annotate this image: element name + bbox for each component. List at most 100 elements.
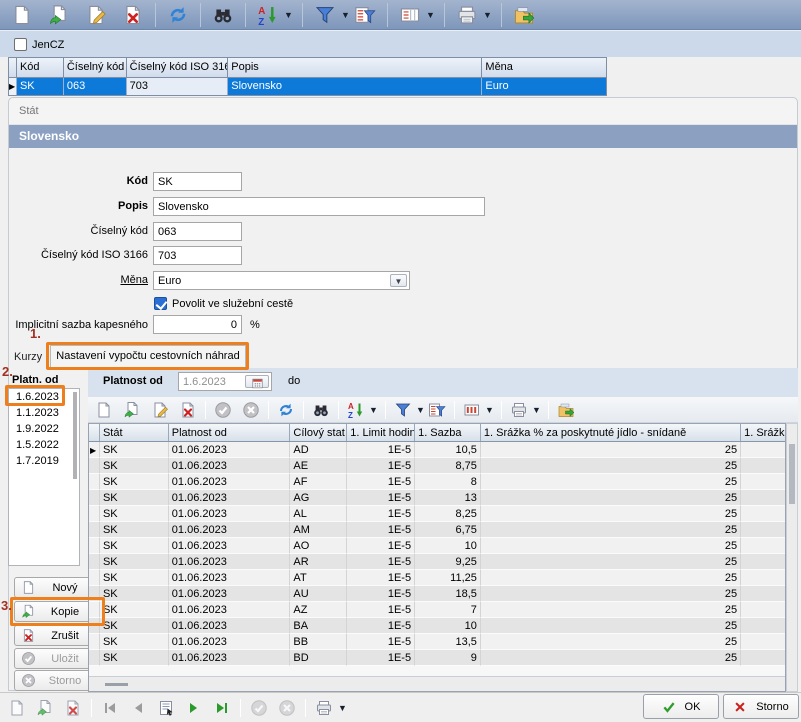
column-header-ciselny-kod[interactable]: Číselný kód <box>64 58 127 77</box>
ok-button[interactable]: OK <box>643 694 719 719</box>
toolbar-separator <box>302 3 303 27</box>
vertical-scrollbar-thumb[interactable] <box>789 444 795 504</box>
tab-kurzy[interactable]: Kurzy <box>14 351 42 363</box>
toolbar-separator <box>303 401 304 419</box>
popis-field[interactable]: Slovensko <box>153 197 485 216</box>
form-view-button[interactable] <box>154 696 178 720</box>
table-row[interactable]: SK 01.06.2023 AL 1E-5 8,25 25 <box>89 506 785 522</box>
print-button[interactable] <box>312 696 336 720</box>
sort-az-button[interactable] <box>345 399 367 421</box>
table-row[interactable]: SK 01.06.2023 AF 1E-5 8 25 <box>89 474 785 490</box>
print-button[interactable] <box>453 2 481 28</box>
column-header-mena[interactable]: Měna <box>482 58 606 77</box>
version-date-item[interactable]: 1.9.2022 <box>9 421 79 437</box>
ciselny-kod-field[interactable]: 063 <box>153 222 242 241</box>
version-date-item[interactable]: 1.6.2023 <box>9 389 79 405</box>
edit-document-button[interactable] <box>82 2 110 28</box>
columns-button[interactable] <box>461 399 483 421</box>
version-date-item[interactable]: 1.1.2023 <box>9 405 79 421</box>
print-button[interactable] <box>508 399 530 421</box>
columns-button[interactable] <box>396 2 424 28</box>
table-row[interactable]: SK 01.06.2023 BA 1E-5 10 25 <box>89 618 785 634</box>
find-button[interactable] <box>310 399 332 421</box>
export-button[interactable] <box>510 2 538 28</box>
print-dropdown-arrow[interactable]: ▼ <box>482 10 493 20</box>
filter-columns-button[interactable] <box>426 399 448 421</box>
column-header-platnost-od[interactable]: Platnost od <box>169 424 291 441</box>
column-header-iso[interactable]: Číselný kód ISO 3166 <box>127 58 229 77</box>
horizontal-scrollbar-thumb[interactable] <box>105 683 128 686</box>
iso-field[interactable]: 703 <box>153 246 242 265</box>
copy-document-button[interactable] <box>33 696 57 720</box>
table-row[interactable]: SK 01.06.2023 BB 1E-5 13,5 25 <box>89 634 785 650</box>
cell-platnost: 01.06.2023 <box>169 490 291 506</box>
tab-nastaveni-nahrad[interactable]: Nastavení vypočtu cestovních náhrad <box>50 345 246 368</box>
version-date-item[interactable]: 1.5.2022 <box>9 437 79 453</box>
table-row[interactable]: SK 01.06.2023 AT 1E-5 11,25 25 <box>89 570 785 586</box>
table-row[interactable]: SK 01.06.2023 BD 1E-5 9 25 <box>89 650 785 666</box>
table-row[interactable]: SK 01.06.2023 AU 1E-5 18,5 25 <box>89 586 785 602</box>
edit-document-button[interactable] <box>149 399 171 421</box>
table-row[interactable]: SK 01.06.2023 AR 1E-5 9,25 25 <box>89 554 785 570</box>
mena-dropdown-button[interactable]: ▼ <box>390 274 407 287</box>
last-record-button[interactable] <box>210 696 234 720</box>
column-header-srazka-pos[interactable]: 1. Srážka % za pos <box>741 424 785 441</box>
filter-button[interactable] <box>311 2 339 28</box>
versions-scrollbar-thumb[interactable] <box>73 392 77 479</box>
platnost-od-field[interactable]: 1.6.2023 <box>178 372 272 391</box>
print-dropdown-arrow[interactable]: ▼ <box>531 405 542 415</box>
horizontal-scrollbar[interactable] <box>89 676 785 691</box>
next-record-button[interactable] <box>182 696 206 720</box>
table-row[interactable]: SK 01.06.2023 AM 1E-5 6,75 25 <box>89 522 785 538</box>
platnost-od-value: 1.6.2023 <box>183 376 226 388</box>
print-dropdown-arrow[interactable]: ▼ <box>337 703 348 713</box>
columns-dropdown-arrow[interactable]: ▼ <box>425 10 436 20</box>
table-row[interactable]: SK 01.06.2023 AE 1E-5 8,75 25 <box>89 458 785 474</box>
column-header-popis[interactable]: Popis <box>228 58 482 77</box>
columns-dropdown-arrow[interactable]: ▼ <box>484 405 495 415</box>
filter-dropdown-arrow[interactable]: ▼ <box>340 10 351 20</box>
column-header-stat[interactable]: Stát <box>100 424 169 441</box>
annotation-step2: 2. <box>2 364 13 379</box>
new-document-button[interactable] <box>93 399 115 421</box>
delete-document-button[interactable] <box>177 399 199 421</box>
column-header-kod[interactable]: Kód <box>17 58 64 77</box>
export-button[interactable] <box>555 399 577 421</box>
jencz-checkbox[interactable] <box>14 38 27 51</box>
vertical-scrollbar[interactable] <box>786 423 798 692</box>
refresh-button[interactable] <box>164 2 192 28</box>
version-date-item[interactable]: 1.7.2019 <box>9 453 79 469</box>
filter-button[interactable] <box>392 399 414 421</box>
sort-dropdown-arrow[interactable]: ▼ <box>368 405 379 415</box>
table-row[interactable]: SK 01.06.2023 AD 1E-5 10,5 25 <box>89 442 785 458</box>
kod-field[interactable]: SK <box>153 172 242 191</box>
column-header-limit-hodin[interactable]: 1. Limit hodin <box>347 424 415 441</box>
mena-label[interactable]: Měna <box>8 274 148 289</box>
copy-document-button[interactable] <box>121 399 143 421</box>
filter-dropdown-arrow[interactable]: ▼ <box>415 405 426 415</box>
versions-column-header[interactable]: Platn. od <box>12 374 58 386</box>
table-row[interactable]: SK 01.06.2023 AO 1E-5 10 25 <box>89 538 785 554</box>
column-header-cilovy-stat[interactable]: Cílový stat <box>290 424 347 441</box>
column-header-srazka-snidane[interactable]: 1. Srážka % za poskytnuté jídlo - snídan… <box>481 424 741 441</box>
delete-document-button[interactable] <box>61 696 85 720</box>
calendar-button[interactable] <box>245 375 269 388</box>
storno-button[interactable]: Storno <box>723 694 799 719</box>
sort-az-button[interactable] <box>254 2 282 28</box>
cell-sazba: 8 <box>415 474 481 490</box>
column-header-sazba[interactable]: 1. Sazba <box>415 424 481 441</box>
new-document-button[interactable] <box>5 696 29 720</box>
table-row[interactable]: SK 01.06.2023 AG 1E-5 13 25 <box>89 490 785 506</box>
mena-combo[interactable]: Euro ▼ <box>153 271 410 290</box>
copy-document-button[interactable] <box>45 2 73 28</box>
delete-document-button[interactable] <box>119 2 147 28</box>
table-row[interactable]: SK 01.06.2023 AZ 1E-5 7 25 <box>89 602 785 618</box>
sort-dropdown-arrow[interactable]: ▼ <box>283 10 294 20</box>
filter-columns-button[interactable] <box>351 2 379 28</box>
kapesne-field[interactable]: 0 <box>153 315 242 334</box>
find-button[interactable] <box>209 2 237 28</box>
new-document-button[interactable] <box>8 2 36 28</box>
country-row-selected[interactable]: ▶ SK 063 703 Slovensko Euro <box>9 77 606 95</box>
refresh-button[interactable] <box>275 399 297 421</box>
povolit-checkbox[interactable] <box>154 297 167 310</box>
